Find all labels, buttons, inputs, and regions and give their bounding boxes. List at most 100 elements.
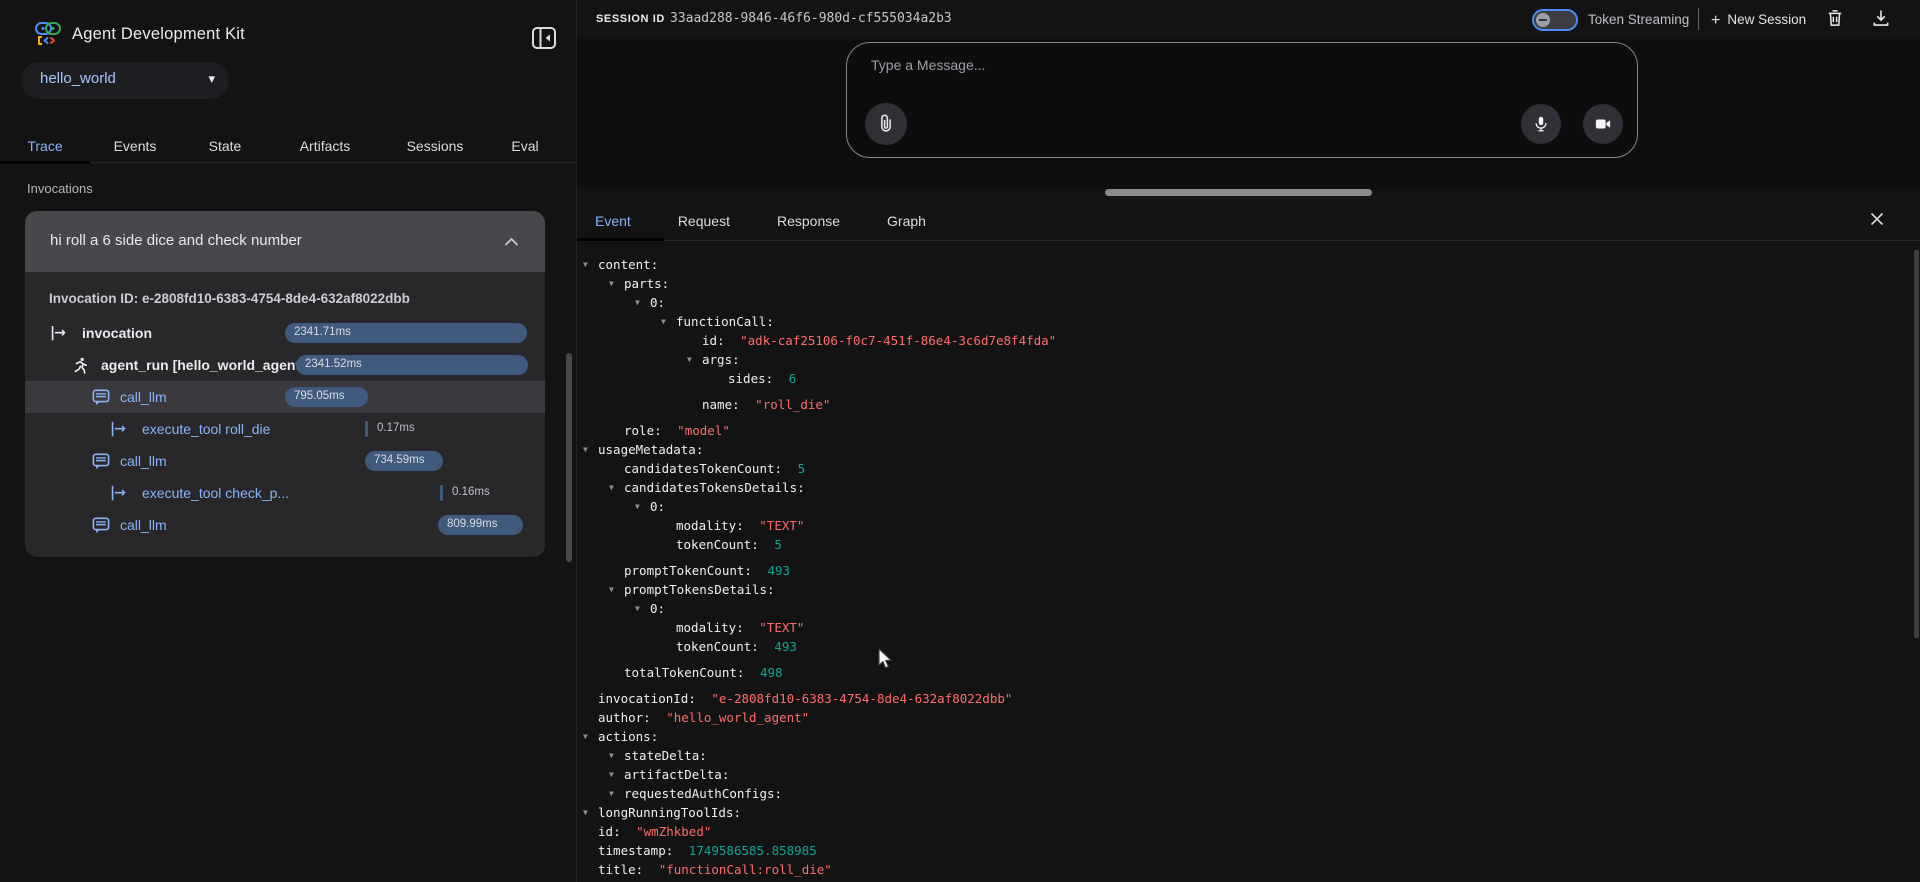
json-value: "roll_die" [755, 397, 830, 412]
duration-bar: 795.05ms [285, 387, 368, 407]
json-line: id "adk-caf25106-f0c7-451f-86e4-3c6d7e8f… [577, 331, 1907, 350]
expand-toggle-icon[interactable]: ▼ [583, 727, 588, 746]
json-value: 6 [789, 371, 797, 386]
json-line: content ▼ [577, 255, 1907, 274]
expand-toggle-icon[interactable]: ▼ [635, 293, 640, 312]
trace-row[interactable]: |→ invocation 2341.71ms [25, 317, 545, 349]
download-session-icon[interactable] [1871, 8, 1893, 30]
trace-span-label: call_llm [120, 452, 167, 470]
trace-tree: |→ invocation 2341.71ms agent_run [hello… [25, 317, 545, 541]
json-line: 0 ▼ [577, 497, 1907, 516]
trace-row[interactable]: |→ execute_tool roll_die 0.17ms [25, 413, 545, 445]
json-line: modality "TEXT" [577, 618, 1907, 637]
app-title: Agent Development Kit [72, 18, 245, 50]
expand-toggle-icon[interactable]: ▼ [635, 599, 640, 618]
duration-bar [440, 485, 443, 501]
delete-session-icon[interactable] [1825, 8, 1847, 30]
duration-bar [365, 421, 368, 437]
duration-bar: 809.99ms [438, 515, 523, 535]
duration-label: 0.16ms [452, 486, 490, 498]
json-line: stateDelta ▼ [577, 746, 1907, 765]
expand-toggle-icon[interactable]: ▼ [609, 746, 614, 765]
tab-sessions[interactable]: Sessions [380, 128, 490, 163]
video-camera-icon [1594, 115, 1612, 133]
detail-tab-event[interactable]: Event [595, 200, 631, 241]
expand-toggle-icon[interactable]: ▼ [609, 580, 614, 599]
selected-app-label: hello_world [40, 70, 116, 87]
expand-toggle-icon[interactable]: ▼ [583, 255, 588, 274]
token-streaming-toggle[interactable] [1532, 9, 1578, 31]
json-value: "adk-caf25106-f0c7-451f-86e4-3c6d7e8f4fd… [740, 333, 1056, 348]
trace-row[interactable]: call_llm 734.59ms [25, 445, 545, 477]
session-id-value: 33aad288-9846-46f6-980d-cf555034a2b3 [670, 11, 952, 26]
json-line: invocationId "e-2808fd10-6383-4754-8de4-… [577, 689, 1907, 708]
microphone-button[interactable] [1521, 104, 1561, 144]
json-line: author "hello_world_agent" [577, 708, 1907, 727]
trace-span-label: invocation [82, 324, 152, 342]
json-line: requestedAuthConfigs ▼ [577, 784, 1907, 803]
json-line: actions ▼ [577, 727, 1907, 746]
invocation-prompt: hi roll a 6 side dice and check number [50, 232, 302, 249]
tab-artifacts[interactable]: Artifacts [270, 128, 380, 163]
trace-row[interactable]: |→ execute_tool check_p... 0.16ms [25, 477, 545, 509]
microphone-icon [1532, 115, 1550, 133]
trace-panel: Invocation ID: e-2808fd10-6383-4754-8de4… [25, 272, 545, 557]
trace-row[interactable]: call_llm 795.05ms [25, 381, 545, 413]
json-line: role "model" [577, 421, 1907, 440]
expand-toggle-icon[interactable]: ▼ [635, 497, 640, 516]
tab-trace[interactable]: Trace [0, 128, 90, 163]
tab-state[interactable]: State [180, 128, 270, 163]
maps-to-arrow-icon: |→ [50, 324, 65, 342]
chevron-up-icon[interactable] [504, 237, 519, 246]
duration-label: 734.59ms [374, 454, 425, 466]
trace-span-label: execute_tool roll_die [142, 420, 270, 438]
video-button[interactable] [1583, 104, 1623, 144]
expand-toggle-icon[interactable]: ▼ [609, 478, 614, 497]
expand-toggle-icon[interactable]: ▼ [583, 440, 588, 459]
trace-span-label: execute_tool check_p... [142, 484, 289, 502]
invocations-heading: Invocations [27, 181, 93, 196]
json-value: "model" [677, 423, 730, 438]
collapse-sidebar-icon[interactable] [531, 25, 557, 51]
expand-toggle-icon[interactable]: ▼ [609, 274, 614, 293]
attach-file-button[interactable] [865, 103, 907, 145]
json-value: "wmZhkbed" [636, 824, 711, 839]
invocation-id-label: Invocation ID: e-2808fd10-6383-4754-8de4… [49, 291, 410, 306]
message-box [846, 42, 1638, 158]
json-line: 0 ▼ [577, 599, 1907, 618]
json-value: "hello_world_agent" [666, 710, 809, 725]
detail-scrollbar[interactable] [1914, 250, 1919, 638]
json-line: tokenCount 5 [577, 535, 1907, 554]
expand-toggle-icon[interactable]: ▼ [661, 312, 666, 331]
detail-tab-request[interactable]: Request [678, 200, 730, 241]
message-input[interactable] [871, 57, 1371, 73]
json-line: name "roll_die" [577, 395, 1907, 414]
duration-label: 809.99ms [447, 518, 498, 530]
expand-toggle-icon[interactable]: ▼ [687, 350, 692, 369]
json-value: "TEXT" [759, 620, 804, 635]
active-tab-indicator [577, 238, 664, 241]
detail-tabs: Event Request Response Graph [577, 200, 1920, 241]
token-streaming-label: Token Streaming [1588, 12, 1689, 27]
detail-tab-graph[interactable]: Graph [887, 200, 926, 241]
trace-row[interactable]: call_llm 809.99ms [25, 509, 545, 541]
tab-events[interactable]: Events [90, 128, 180, 163]
close-icon[interactable] [1869, 211, 1889, 231]
detail-tab-response[interactable]: Response [777, 200, 840, 241]
json-value: 1749586585.858985 [689, 843, 817, 858]
expand-toggle-icon[interactable]: ▼ [609, 784, 614, 803]
new-session-button[interactable]: New Session [1711, 12, 1806, 30]
json-line: title "functionCall:roll_die" [577, 860, 1907, 879]
expand-toggle-icon[interactable]: ▼ [609, 765, 614, 784]
expand-toggle-icon[interactable]: ▼ [583, 803, 588, 822]
tab-eval[interactable]: Eval [490, 128, 560, 163]
invocation-card: hi roll a 6 side dice and check number I… [25, 211, 545, 557]
chat-horizontal-scrollbar[interactable] [1105, 189, 1372, 196]
right-panel: SESSION ID 33aad288-9846-46f6-980d-cf555… [576, 0, 1920, 882]
sidebar-tabs: TraceEventsStateArtifactsSessionsEval [0, 128, 576, 163]
sidebar-scrollbar[interactable] [566, 353, 572, 562]
trace-row[interactable]: agent_run [hello_world_agent] 2341.52ms [25, 349, 545, 381]
invocation-header[interactable]: hi roll a 6 side dice and check number [25, 211, 545, 272]
json-line: modality "TEXT" [577, 516, 1907, 535]
app-select-dropdown[interactable]: hello_world ▾ [21, 62, 229, 99]
